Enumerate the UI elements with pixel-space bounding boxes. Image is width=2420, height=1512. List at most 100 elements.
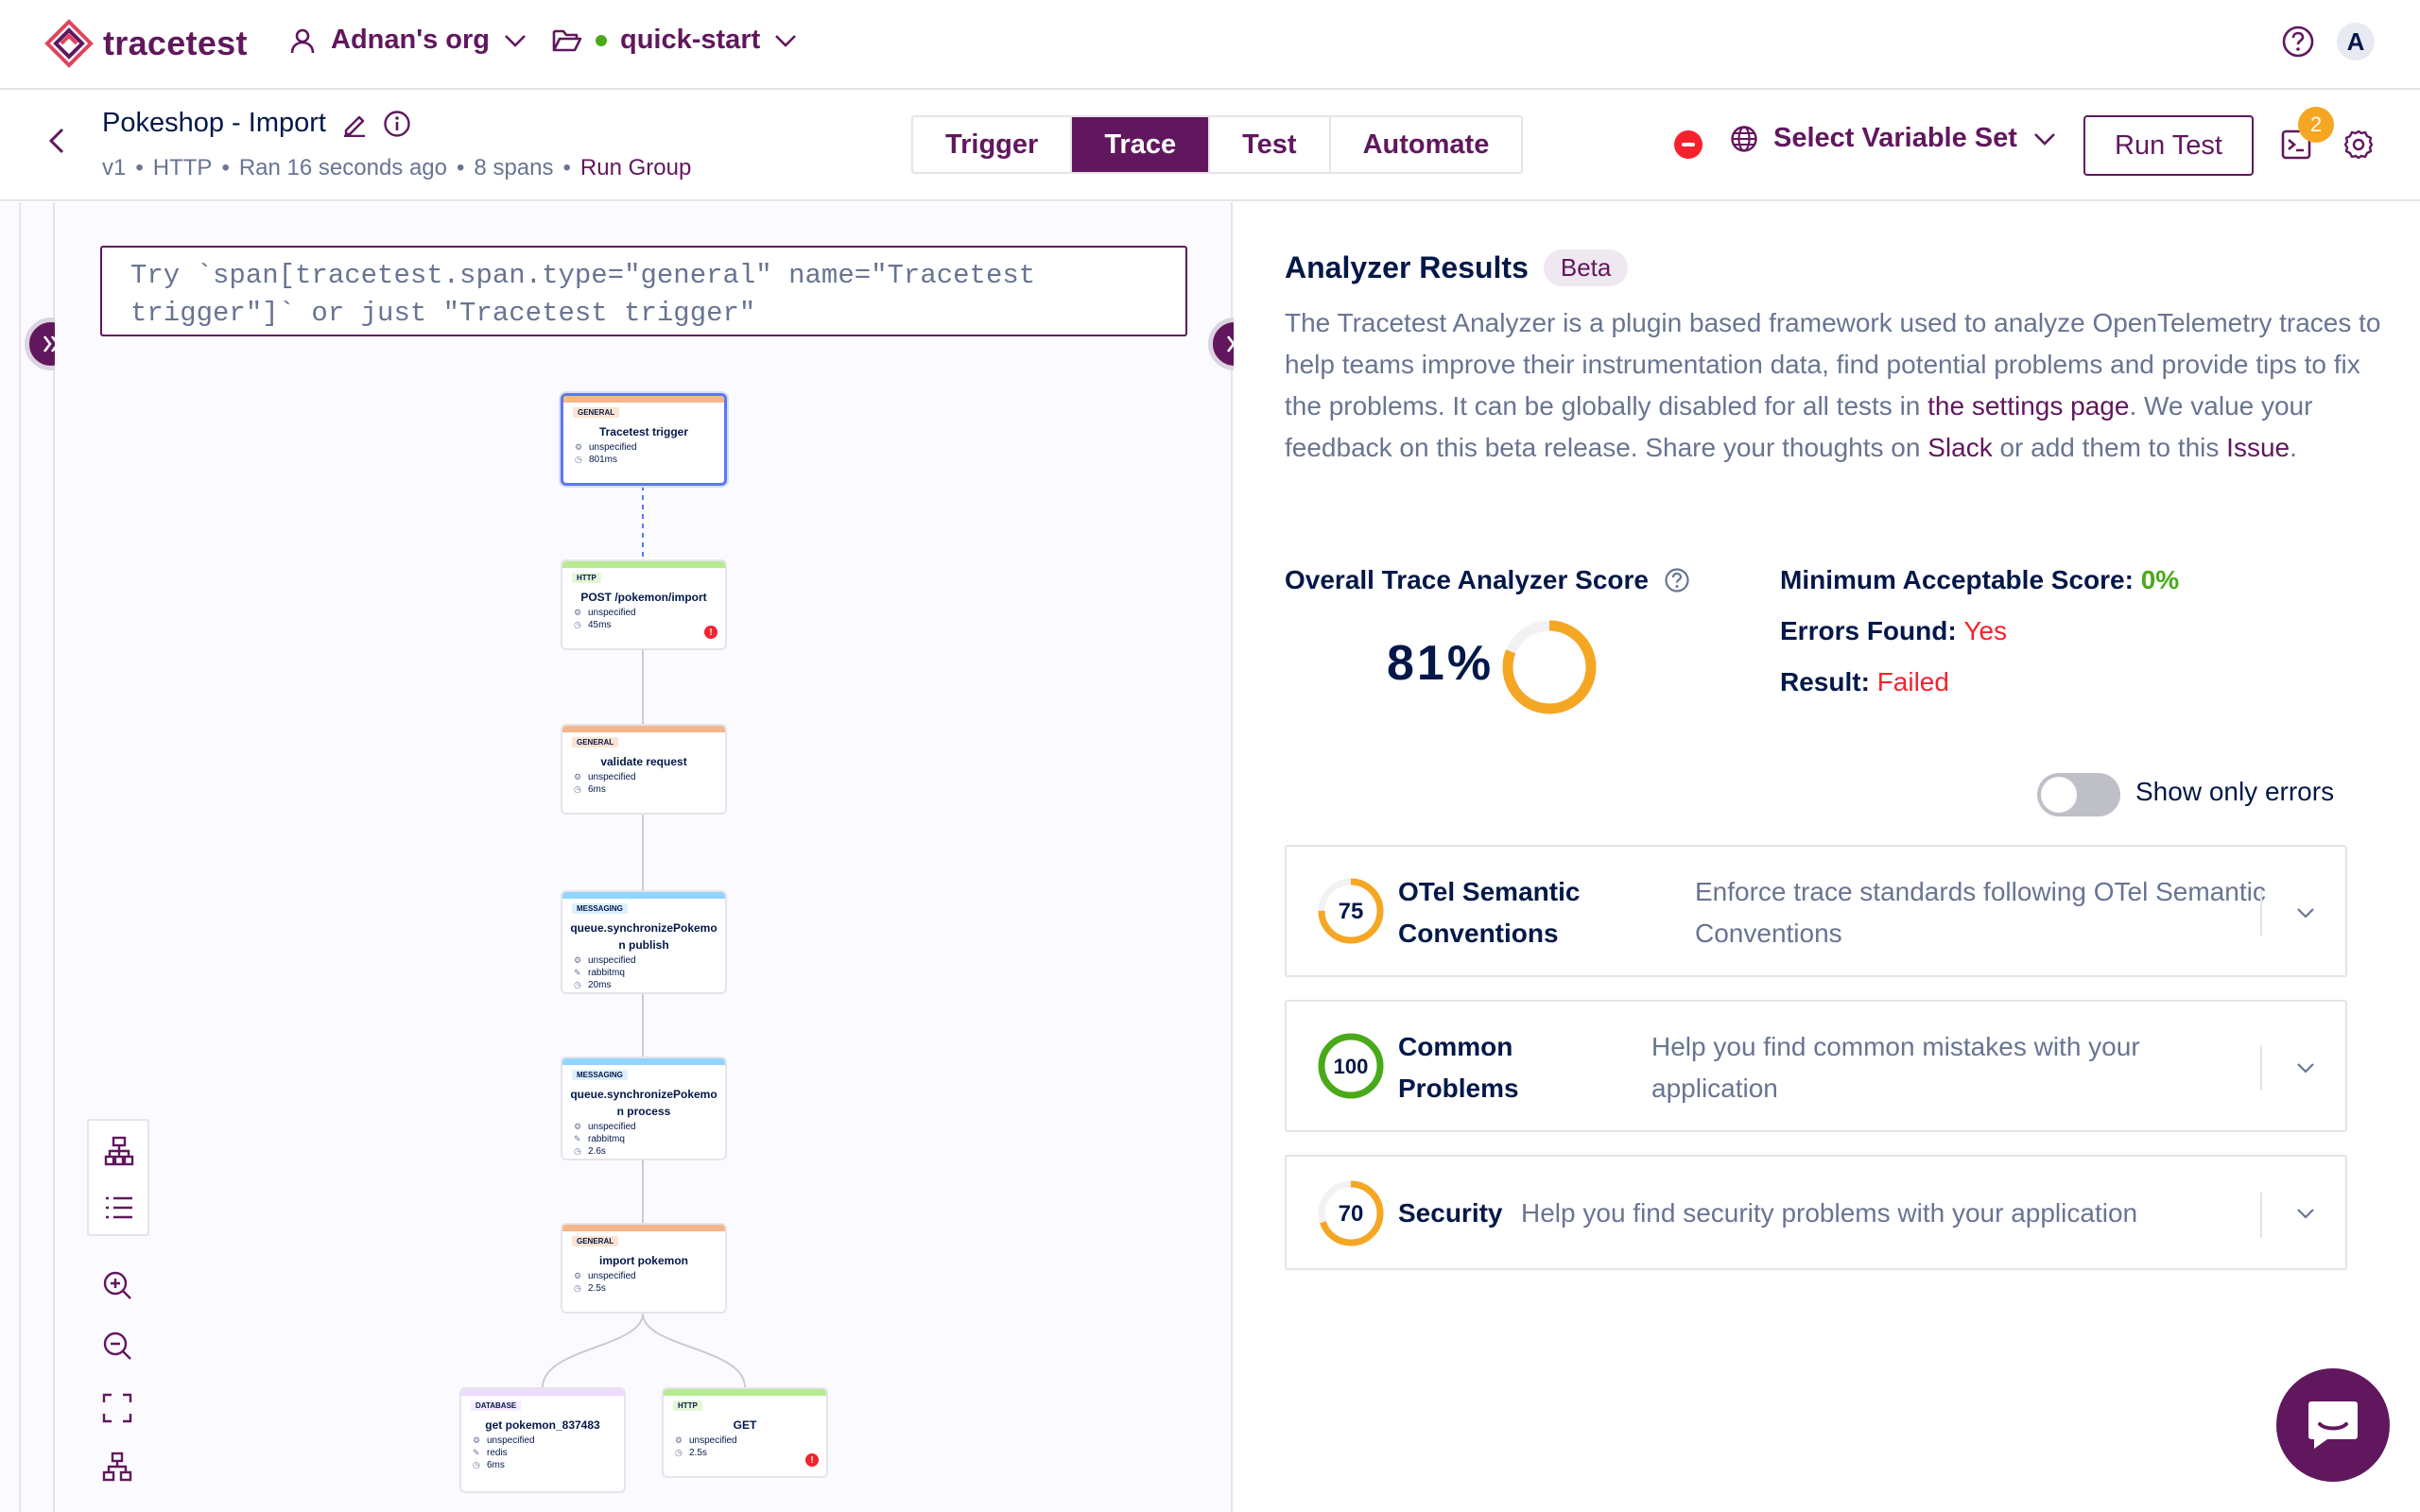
org-selector[interactable]: Adnan's org xyxy=(289,25,527,56)
plugin-common-problems[interactable]: 100 Common Problems Help you find common… xyxy=(1285,1000,2347,1132)
span-service: ⚙ unspecified xyxy=(675,1435,826,1446)
slack-link[interactable]: Slack xyxy=(1927,433,1992,462)
mode-tabs: Trigger Trace Test Automate xyxy=(911,115,1524,174)
service-icon: ⚙ xyxy=(574,955,582,965)
variable-set-selector[interactable]: Select Variable Set xyxy=(1730,123,2057,154)
span-duration-value: 6ms xyxy=(487,1460,505,1470)
clock-icon: ◷ xyxy=(473,1460,480,1469)
folder-open-icon xyxy=(552,29,582,51)
tab-automate[interactable]: Automate xyxy=(1331,117,1522,172)
chevron-down-icon[interactable] xyxy=(2294,1202,2317,1225)
span-system: ✎ redis xyxy=(473,1448,624,1458)
trigger-type: HTTP xyxy=(152,155,213,180)
fit-view-button[interactable] xyxy=(102,1393,132,1423)
span-type-bar xyxy=(562,1225,725,1231)
left-side-strip xyxy=(0,202,55,1512)
hierarchy-icon xyxy=(104,1136,134,1166)
environment-selector[interactable]: quick-start xyxy=(552,25,798,56)
analyzer-title: Analyzer Results xyxy=(1285,250,1529,284)
span-node[interactable]: GENERAL validate request ⚙ unspecified ◷ 6… xyxy=(561,724,727,815)
span-service: ⚙ unspecified xyxy=(574,1122,725,1132)
chat-launcher-button[interactable] xyxy=(2276,1368,2390,1482)
span-node[interactable]: GENERAL import pokemon ⚙ unspecified ◷ 2.5… xyxy=(561,1223,727,1314)
span-name: get pokemon_837483 xyxy=(485,1418,600,1432)
plugin-security[interactable]: 70 Security Help you find security probl… xyxy=(1285,1155,2347,1270)
span-type-bar xyxy=(562,726,725,732)
question-circle-icon xyxy=(2282,26,2314,58)
edit-icon[interactable] xyxy=(341,111,368,137)
minimum-score-value: 0% xyxy=(2140,565,2180,594)
span-node[interactable]: HTTP GET ⚙ unspecified ◷ 2.5s ! xyxy=(662,1387,828,1478)
globe-icon xyxy=(1731,125,1757,152)
user-icon xyxy=(290,28,315,53)
chevron-down-icon[interactable] xyxy=(2294,902,2317,924)
plugin-divider xyxy=(2260,1045,2262,1091)
span-duration-value: 6ms xyxy=(588,784,606,795)
span-service-value: unspecified xyxy=(589,442,637,453)
run-group-link[interactable]: Run Group xyxy=(580,155,691,181)
view-mode-toolbox xyxy=(87,1119,149,1236)
info-icon[interactable] xyxy=(383,110,411,138)
dag-view-button[interactable] xyxy=(104,1136,134,1166)
chevron-down-icon[interactable] xyxy=(2294,1057,2317,1079)
settings-page-link[interactable]: the settings page xyxy=(1927,391,2129,421)
show-only-errors-toggle[interactable] xyxy=(2037,773,2120,816)
chevron-down-icon xyxy=(505,34,526,47)
span-duration-value: 2.6s xyxy=(588,1146,606,1157)
span-type-badge: GENERAL xyxy=(573,407,620,418)
span-type-bar xyxy=(562,561,725,568)
span-node[interactable]: HTTP POST /pokemon/import ⚙ unspecified ◷… xyxy=(561,559,727,650)
timeline-view-button[interactable] xyxy=(104,1193,134,1223)
question-circle-icon[interactable] xyxy=(1664,567,1690,593)
tab-trace[interactable]: Trace xyxy=(1072,117,1211,172)
span-service-value: unspecified xyxy=(588,955,636,966)
help-button[interactable] xyxy=(2281,25,2315,59)
avatar[interactable]: A xyxy=(2337,23,2375,60)
plugin-name: OTel Semantic Conventions xyxy=(1398,877,1581,948)
brand-logo[interactable]: tracetest xyxy=(44,19,248,68)
plugin-score-text: 75 xyxy=(1339,899,1364,924)
tab-test[interactable]: Test xyxy=(1210,117,1331,172)
zoom-in-button[interactable] xyxy=(102,1270,132,1300)
span-node[interactable]: GENERAL Tracetest trigger ⚙ unspecified ◷… xyxy=(561,393,727,486)
clock-icon: ◷ xyxy=(675,1448,683,1457)
plugin-name: Common Problems xyxy=(1398,1032,1519,1103)
span-node[interactable]: DATABASE get pokemon_837483 ⚙ unspecified… xyxy=(459,1387,626,1493)
span-name: Tracetest trigger xyxy=(598,425,689,438)
run-test-button[interactable]: Run Test xyxy=(2083,115,2254,176)
back-button[interactable] xyxy=(45,127,70,155)
span-duration: ◷ 45ms xyxy=(574,620,725,630)
service-icon: ⚙ xyxy=(574,1271,582,1280)
chevron-down-icon xyxy=(2034,132,2055,146)
service-icon: ⚙ xyxy=(675,1435,683,1445)
result-value: Failed xyxy=(1876,667,1949,696)
span-duration-value: 801ms xyxy=(589,455,618,465)
overall-score-label: Overall Trace Analyzer Score xyxy=(1285,565,1690,595)
settings-button[interactable] xyxy=(2342,129,2375,161)
span-duration-value: 45ms xyxy=(588,620,612,630)
issue-link[interactable]: Issue xyxy=(2226,433,2290,462)
span-error-icon: ! xyxy=(805,1453,819,1467)
errors-found-label: Errors Found: xyxy=(1780,616,1957,645)
test-name: Pokeshop - Import xyxy=(102,108,326,138)
reset-layout-button[interactable] xyxy=(102,1452,132,1482)
service-icon: ⚙ xyxy=(473,1435,481,1445)
plugin-score-ring: 100 xyxy=(1318,1033,1384,1099)
span-type-badge: GENERAL xyxy=(572,737,619,747)
plugin-description: Help you find common mistakes with your … xyxy=(1651,1032,2140,1103)
tab-trigger[interactable]: Trigger xyxy=(913,117,1073,172)
span-system-value: redis xyxy=(487,1448,508,1458)
zoom-out-button[interactable] xyxy=(102,1331,132,1361)
span-duration-value: 2.5s xyxy=(689,1448,707,1458)
span-node[interactable]: MESSAGING queue.synchronizePokemon publi… xyxy=(561,890,727,994)
test-version: v1 xyxy=(102,155,127,180)
clock-icon: ◷ xyxy=(575,455,582,464)
missing-variables-icon[interactable] xyxy=(1674,130,1703,159)
plugin-otel-semantic-conventions[interactable]: 75 OTel Semantic Conventions Enforce tra… xyxy=(1285,845,2347,977)
span-error-icon: ! xyxy=(704,626,717,639)
span-node[interactable]: MESSAGING queue.synchronizePokemon proce… xyxy=(561,1057,727,1160)
overall-score-value: 81% xyxy=(1387,636,1495,691)
test-meta: v1 • HTTP • Ran 16 seconds ago • 8 spans… xyxy=(102,155,691,181)
test-title: Pokeshop - Import xyxy=(102,108,411,139)
span-duration: ◷ 6ms xyxy=(574,784,725,795)
